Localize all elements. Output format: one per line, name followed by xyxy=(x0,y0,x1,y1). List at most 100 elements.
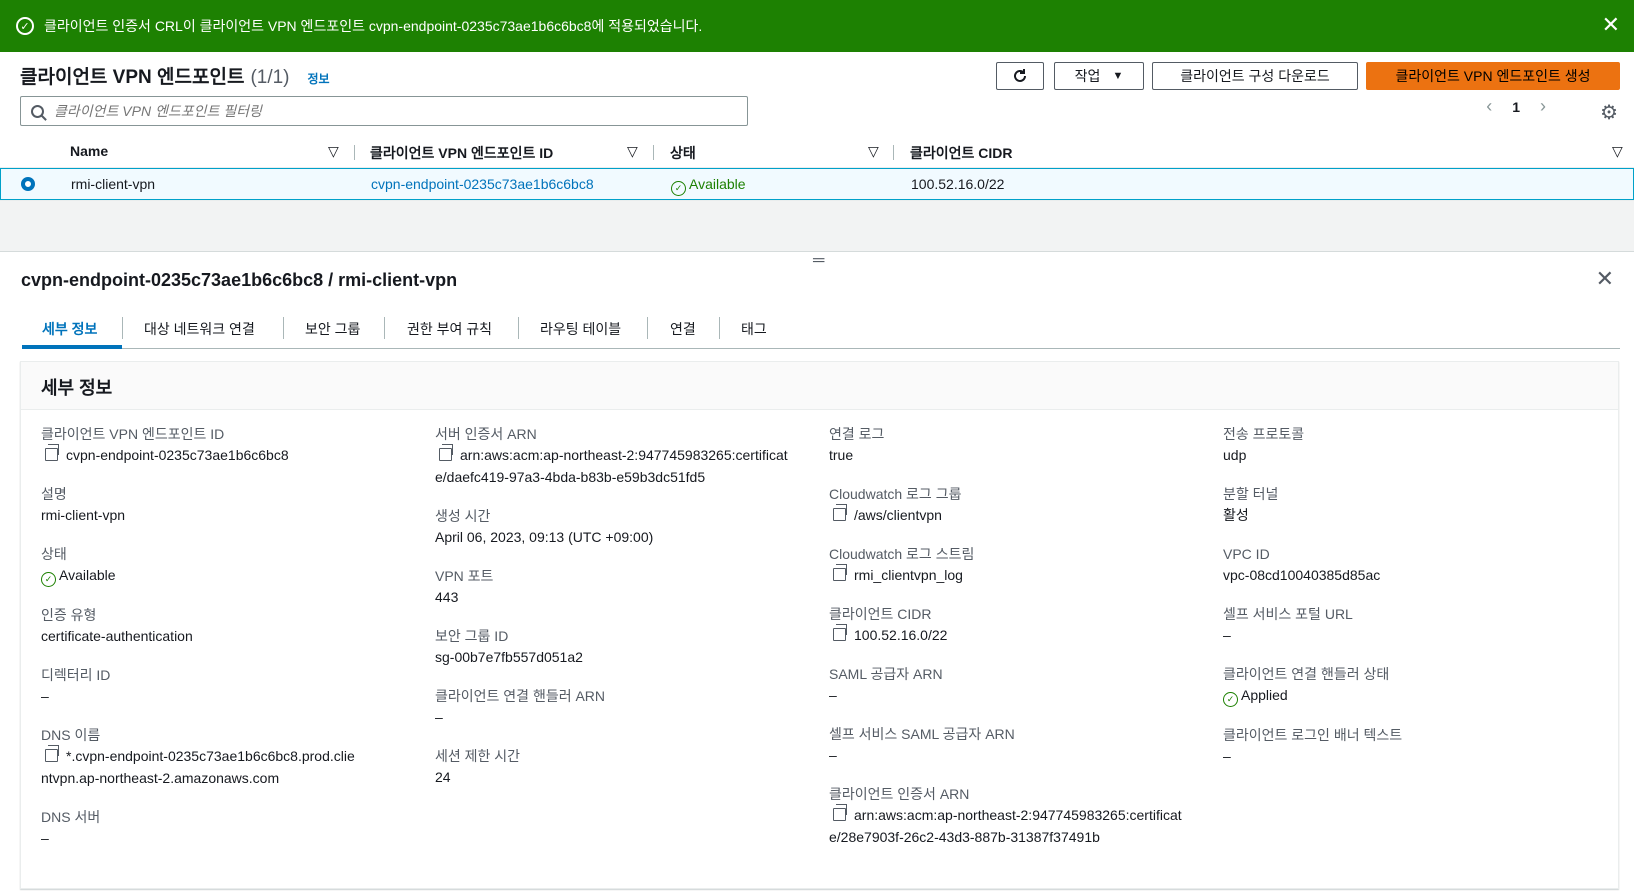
tab-tags[interactable]: 태그 xyxy=(741,319,767,339)
security-group-link[interactable]: sg-00b7e7fb557d051a2 xyxy=(435,646,805,668)
sort-icon[interactable]: ▽ xyxy=(1612,143,1623,160)
copy-icon[interactable] xyxy=(45,444,59,461)
tab-authorization-rules[interactable]: 권한 부여 규칙 xyxy=(407,319,492,339)
tab-details[interactable]: 세부 정보 xyxy=(42,319,97,339)
session-timeout-label: 세션 제한 시간 xyxy=(435,748,521,764)
row-endpoint-id-link[interactable]: cvpn-endpoint-0235c73ae1b6c6bc8 xyxy=(371,176,594,192)
table-header: 클라이언트 VPN 엔드포인트 (1/1) 정보 xyxy=(20,62,330,89)
description-value: rmi-client-vpn xyxy=(41,507,126,523)
create-endpoint-label: 클라이언트 VPN 엔드포인트 생성 xyxy=(1395,68,1591,84)
search-input[interactable] xyxy=(54,103,704,119)
selection-count: (1/1) xyxy=(250,67,290,88)
tab-divider xyxy=(518,317,519,339)
cloudwatch-stream-label: Cloudwatch 로그 스트림 xyxy=(829,546,975,562)
client-cidr-value: 100.52.16.0/22 xyxy=(854,627,948,643)
create-endpoint-button[interactable]: 클라이언트 VPN 엔드포인트 생성 xyxy=(1366,62,1620,90)
copy-icon[interactable] xyxy=(833,504,847,521)
refresh-icon xyxy=(1014,69,1026,82)
actions-label: 작업 xyxy=(1074,68,1101,84)
table-row[interactable]: rmi-client-vpn cvpn-endpoint-0235c73ae1b… xyxy=(0,168,1634,200)
gear-icon[interactable]: ⚙ xyxy=(1600,100,1618,125)
auth-type-label: 인증 유형 xyxy=(41,606,97,623)
sort-icon[interactable]: ▽ xyxy=(868,143,879,160)
pagination: ‹ 1 › xyxy=(1486,96,1546,117)
copy-icon[interactable] xyxy=(833,804,847,821)
endpoint-id-label: 클라이언트 VPN 엔드포인트 ID xyxy=(41,426,225,442)
creation-time-label: 생성 시간 xyxy=(435,508,491,524)
copy-icon[interactable] xyxy=(439,444,453,461)
tab-connections[interactable]: 연결 xyxy=(670,319,696,339)
tab-divider xyxy=(719,317,720,339)
split-tunnel-label: 분할 터널 xyxy=(1223,486,1279,502)
sort-icon[interactable]: ▽ xyxy=(627,143,638,160)
dns-server-value: – xyxy=(41,829,49,846)
tab-target-network[interactable]: 대상 네트워크 연결 xyxy=(144,319,255,339)
copy-icon[interactable] xyxy=(45,744,59,762)
directory-id-label: 디렉터리 ID xyxy=(41,666,111,683)
column-divider[interactable] xyxy=(893,145,894,160)
tab-divider xyxy=(283,317,284,339)
column-divider[interactable] xyxy=(653,145,654,160)
details-column-4: 전송 프로토콜 udp 분할 터널 활성 VPC ID vpc-08cd1004… xyxy=(1223,424,1593,785)
server-cert-value: arn:aws:acm:ap-northeast-2:947745983265:… xyxy=(435,447,788,485)
saml-provider-label: SAML 공급자 ARN xyxy=(829,666,943,682)
sort-icon[interactable]: ▽ xyxy=(328,143,339,160)
refresh-button[interactable] xyxy=(996,62,1044,90)
search-icon xyxy=(31,104,44,118)
auth-type-value: certificate-authentication xyxy=(41,627,193,644)
description-label: 설명 xyxy=(41,486,67,502)
page-number[interactable]: 1 xyxy=(1512,99,1520,115)
self-service-saml-value: – xyxy=(829,747,837,763)
tab-divider xyxy=(122,317,123,339)
tab-divider xyxy=(647,317,648,339)
row-status: ✓ Available xyxy=(671,176,746,196)
download-config-button[interactable]: 클라이언트 구성 다운로드 xyxy=(1152,62,1358,90)
tab-route-table[interactable]: 라우팅 테이블 xyxy=(540,319,621,339)
tab-security-groups[interactable]: 보안 그룹 xyxy=(305,319,360,339)
column-header-name[interactable]: Name xyxy=(70,143,108,159)
column-divider[interactable] xyxy=(354,145,355,160)
client-cert-value: arn:aws:acm:ap-northeast-2:947745983265:… xyxy=(829,807,1182,845)
check-circle-icon: ✓ xyxy=(671,181,686,196)
handler-state-label: 클라이언트 연결 핸들러 상태 xyxy=(1223,666,1390,682)
dns-name-value: *.cvpn-endpoint-0235c73ae1b6c6bc8.prod.c… xyxy=(41,747,355,786)
info-link[interactable]: 정보 xyxy=(308,70,330,87)
column-header-cidr[interactable]: 클라이언트 CIDR xyxy=(910,143,1013,163)
active-tab-indicator xyxy=(22,345,122,349)
column-header-endpoint-id[interactable]: 클라이언트 VPN 엔드포인트 ID xyxy=(370,143,553,163)
row-status-text: Available xyxy=(689,176,746,192)
transport-protocol-value: udp xyxy=(1223,447,1247,463)
row-name: rmi-client-vpn xyxy=(71,176,156,192)
chevron-left-icon[interactable]: ‹ xyxy=(1486,96,1492,117)
page-title: 클라이언트 VPN 엔드포인트 xyxy=(20,67,245,88)
actions-dropdown-button[interactable]: 작업 ▼ xyxy=(1054,62,1144,90)
handler-arn-value: – xyxy=(435,709,443,725)
copy-icon[interactable] xyxy=(833,624,847,641)
state-label: 상태 xyxy=(41,546,67,562)
self-service-saml-label: 셀프 서비스 SAML 공급자 ARN xyxy=(829,726,1015,742)
vpc-id-link[interactable]: vpc-08cd10040385d85ac xyxy=(1223,564,1593,586)
panel-title: cvpn-endpoint-0235c73ae1b6c6bc8 / rmi-cl… xyxy=(21,270,458,290)
server-cert-label: 서버 인증서 ARN xyxy=(435,426,537,442)
row-select-radio[interactable] xyxy=(21,177,35,191)
tab-divider xyxy=(384,317,385,339)
vpn-port-label: VPN 포트 xyxy=(435,568,494,584)
success-icon: ✓ xyxy=(16,17,34,35)
self-service-portal-value: – xyxy=(1223,627,1231,643)
vpn-port-value: 443 xyxy=(435,589,459,605)
chevron-right-icon[interactable]: › xyxy=(1540,96,1546,117)
filter-search[interactable] xyxy=(20,96,748,126)
close-icon[interactable]: ✕ xyxy=(1602,13,1620,37)
column-header-status[interactable]: 상태 xyxy=(670,143,696,163)
endpoint-id-value: cvpn-endpoint-0235c73ae1b6c6bc8 xyxy=(66,447,289,463)
cloudwatch-stream-value: rmi_clientvpn_log xyxy=(854,567,963,583)
close-icon[interactable]: ✕ xyxy=(1596,266,1614,292)
row-cidr: 100.52.16.0/22 xyxy=(911,176,1005,192)
login-banner-value: – xyxy=(1223,747,1231,764)
copy-icon[interactable] xyxy=(833,564,847,581)
client-cidr-label: 클라이언트 CIDR xyxy=(829,606,932,622)
download-config-label: 클라이언트 구성 다운로드 xyxy=(1180,68,1330,84)
connection-log-value: true xyxy=(829,447,854,463)
vpc-id-label: VPC ID xyxy=(1223,546,1270,562)
resize-handle-icon[interactable]: ═ xyxy=(813,253,824,269)
